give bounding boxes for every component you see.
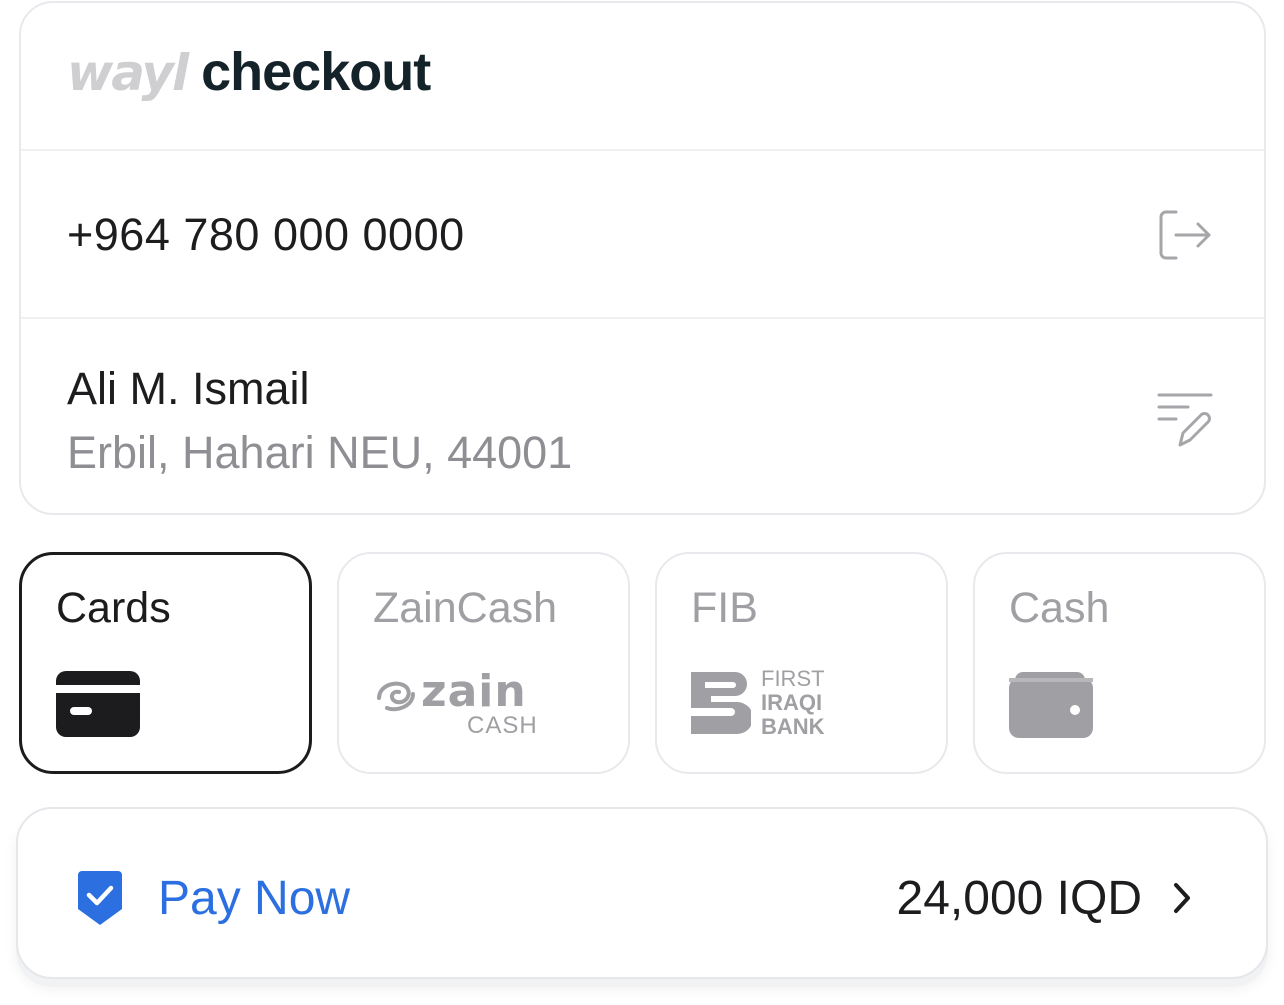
payment-method-cards[interactable]: Cards [19, 552, 312, 774]
fib-logo-line: BANK [761, 714, 825, 739]
brand: wayl checkout [67, 41, 431, 103]
total-amount: 24,000 IQD [896, 872, 1142, 925]
zaincash-logo-sub: CASH [467, 712, 538, 739]
checkout-header: wayl checkout [21, 3, 1264, 151]
pay-now-button[interactable]: Pay Now 24,000 IQD [16, 807, 1268, 979]
payment-method-cash[interactable]: Cash [973, 552, 1266, 774]
zaincash-logo-word: zain [421, 666, 527, 717]
credit-card-icon [56, 671, 140, 737]
address-line: Erbil, Hahari NEU, 44001 [67, 427, 573, 478]
address-row: Ali M. Ismail Erbil, Hahari NEU, 44001 [21, 319, 1264, 513]
page-title: checkout [201, 42, 431, 102]
fib-logo-line: IRAQI [761, 690, 823, 715]
phone-number: +964 780 000 0000 [67, 209, 465, 260]
payment-method-label: Cards [56, 584, 171, 632]
shield-check-icon [78, 871, 122, 925]
checkout-card: wayl checkout +964 780 000 0000 Ali M. I… [19, 1, 1266, 515]
account-row: +964 780 000 0000 [21, 151, 1264, 319]
wallet-icon [1009, 672, 1093, 738]
fib-logo: FIRST IRAQI BANK [691, 666, 841, 740]
wayl-logo: wayl [67, 44, 189, 102]
payment-method-label: ZainCash [373, 584, 558, 632]
fib-logo-line: FIRST [761, 666, 825, 691]
edit-list-icon[interactable] [1154, 389, 1214, 449]
recipient-name: Ali M. Ismail [67, 363, 310, 414]
payment-method-zaincash[interactable]: ZainCash zain CASH [337, 552, 630, 774]
logout-icon[interactable] [1154, 205, 1214, 265]
payment-method-label: FIB [691, 584, 758, 632]
zaincash-logo: zain CASH [373, 666, 543, 742]
payment-method-fib[interactable]: FIB FIRST IRAQI BANK [655, 552, 948, 774]
chevron-right-icon [1174, 883, 1190, 913]
payment-method-label: Cash [1009, 584, 1110, 632]
pay-now-label: Pay Now [158, 872, 351, 925]
